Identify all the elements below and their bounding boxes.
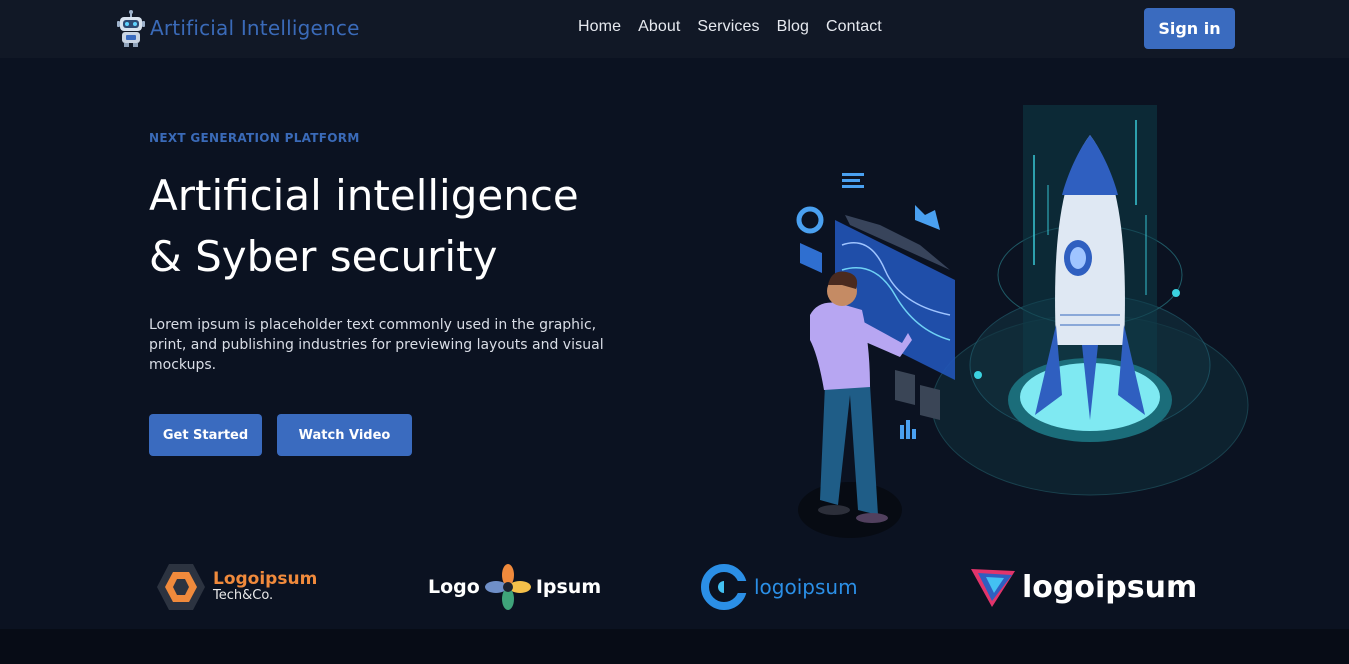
main-nav: Home About Services Blog Contact — [578, 18, 899, 36]
watch-video-button[interactable]: Watch Video — [277, 414, 412, 456]
hero-title: Artificial intelligence & Syber security — [149, 165, 669, 287]
hero-title-line-2: & Syber security — [149, 232, 498, 281]
hexagon-logo-icon — [157, 564, 205, 610]
partner-logos: Logoipsum Tech&Co. Logo Ipsum logoipsum — [0, 555, 1349, 625]
triangle-logo-icon — [971, 569, 1015, 607]
brand-name: Artificial Intelligence — [150, 16, 360, 40]
partner-logo-3-name: logoipsum — [754, 575, 858, 599]
partner-logo-2[interactable]: Logo Ipsum — [428, 555, 601, 619]
nav-blog[interactable]: Blog — [777, 18, 809, 36]
partner-logo-1-sub: Tech&Co. — [213, 588, 274, 603]
partner-logo-1[interactable]: Logoipsum Tech&Co. — [155, 555, 317, 619]
navbar: Artificial Intelligence Home About Servi… — [0, 0, 1349, 58]
get-started-button[interactable]: Get Started — [149, 414, 262, 456]
ring-logo-icon — [701, 564, 748, 610]
signin-button[interactable]: Sign in — [1144, 8, 1235, 49]
hero-eyebrow: NEXT GENERATION PLATFORM — [149, 131, 360, 145]
partner-logo-2-right: Ipsum — [535, 576, 602, 598]
partner-logo-1-name: Logoipsum — [213, 569, 318, 589]
partner-logo-3[interactable]: logoipsum — [700, 555, 858, 619]
partner-logo-4-name: logoipsum — [1022, 569, 1198, 605]
nav-about[interactable]: About — [638, 18, 680, 36]
partner-logo-4[interactable]: logoipsum — [968, 555, 1197, 619]
hero-title-line-1: Artificial intelligence — [149, 171, 579, 220]
footer-band — [0, 629, 1349, 664]
flower-logo-icon — [484, 564, 531, 610]
nav-contact[interactable]: Contact — [826, 18, 882, 36]
robot-icon — [117, 10, 145, 47]
nav-home[interactable]: Home — [578, 18, 621, 36]
rocket-launch-illustration — [796, 105, 1249, 538]
nav-services[interactable]: Services — [697, 18, 759, 36]
partner-logo-2-left: Logo — [428, 576, 480, 598]
brand[interactable]: Artificial Intelligence — [116, 8, 360, 48]
hero-description: Lorem ipsum is placeholder text commonly… — [149, 317, 604, 373]
